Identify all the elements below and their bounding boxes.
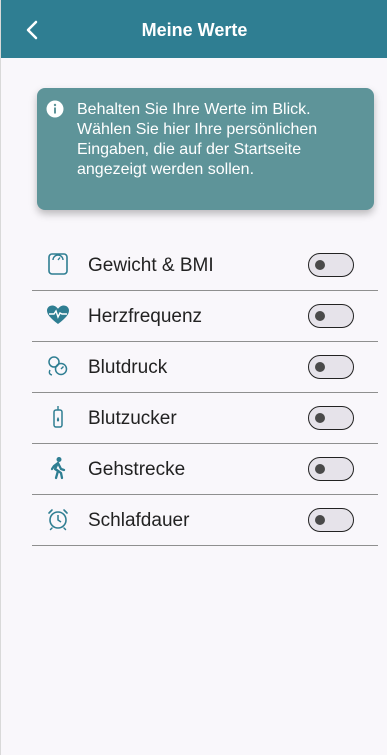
label-heart-rate: Herzfrequenz bbox=[88, 306, 203, 327]
info-icon bbox=[46, 100, 64, 118]
blood-pressure-icon bbox=[46, 354, 70, 378]
app-screen: Meine Werte Behalten Sie Ihre Werte im B… bbox=[0, 0, 387, 755]
list-item-blood-sugar: Blutzucker bbox=[32, 393, 378, 444]
info-box: Behalten Sie Ihre Werte im Blick. Wählen… bbox=[37, 88, 374, 210]
toggle-blood-pressure[interactable] bbox=[308, 355, 354, 379]
info-text: Behalten Sie Ihre Werte im Blick. Wählen… bbox=[77, 101, 318, 178]
toggle-knob bbox=[315, 260, 325, 270]
toggle-knob bbox=[315, 413, 325, 423]
list-item-weight: Gewicht & BMI bbox=[32, 240, 378, 291]
toggle-knob bbox=[315, 311, 325, 321]
page-title: Meine Werte bbox=[141, 20, 248, 40]
list-item-sleep-duration: Schlafdauer bbox=[32, 495, 378, 546]
toggle-heart-rate[interactable] bbox=[308, 304, 354, 328]
label-blood-sugar: Blutzucker bbox=[88, 408, 177, 429]
toggle-sleep-duration[interactable] bbox=[308, 508, 354, 532]
list-item-walking-distance: Gehstrecke bbox=[32, 444, 378, 495]
values-list: Gewicht & BMI Herzfrequenz Blutdruck Blu… bbox=[32, 240, 378, 546]
toggle-weight[interactable] bbox=[308, 253, 354, 277]
blood-sugar-icon bbox=[46, 405, 70, 429]
header-bar: Meine Werte bbox=[1, 0, 387, 58]
list-item-blood-pressure: Blutdruck bbox=[32, 342, 378, 393]
heart-rate-icon bbox=[46, 303, 70, 327]
list-item-heart-rate: Herzfrequenz bbox=[32, 291, 378, 342]
walking-icon bbox=[46, 456, 70, 480]
toggle-walking-distance[interactable] bbox=[308, 457, 354, 481]
toggle-knob bbox=[315, 362, 325, 372]
label-walking-distance: Gehstrecke bbox=[88, 459, 186, 480]
toggle-knob bbox=[315, 515, 325, 525]
toggle-knob bbox=[315, 464, 325, 474]
toggle-blood-sugar[interactable] bbox=[308, 406, 354, 430]
alarm-clock-icon bbox=[46, 507, 70, 531]
label-sleep-duration: Schlafdauer bbox=[88, 510, 190, 531]
label-weight: Gewicht & BMI bbox=[88, 255, 214, 276]
label-blood-pressure: Blutdruck bbox=[88, 357, 168, 378]
scale-icon bbox=[46, 252, 70, 276]
